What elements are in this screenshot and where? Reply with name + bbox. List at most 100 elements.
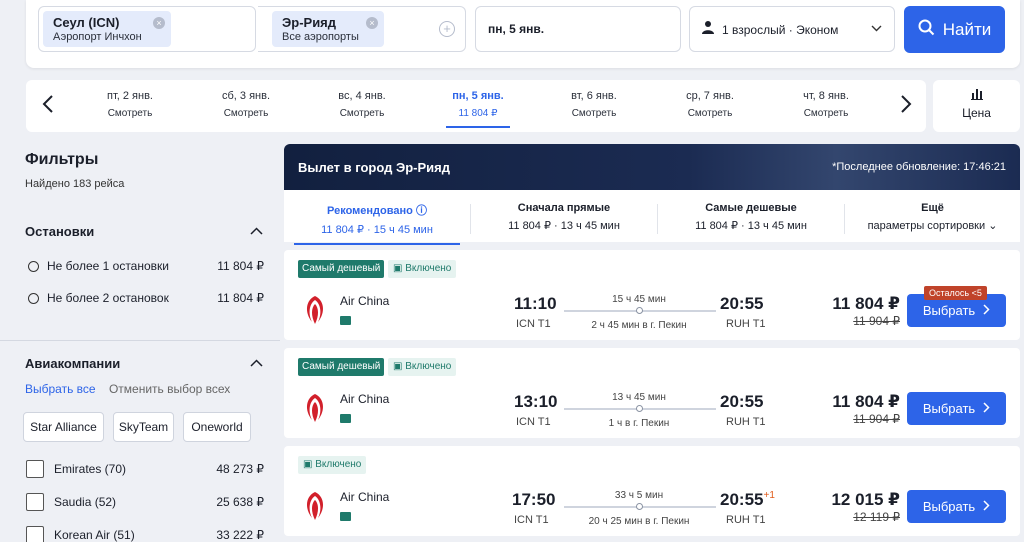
included-label: Включено xyxy=(405,361,452,372)
stop-dot xyxy=(636,405,643,412)
alliance-chip[interactable]: Oneworld xyxy=(183,412,251,442)
checkbox[interactable] xyxy=(26,526,44,542)
baggage-icon: ▣ xyxy=(393,361,403,372)
route-line xyxy=(564,307,716,314)
date-option-sub: Смотреть xyxy=(223,108,269,119)
search-icon xyxy=(918,19,935,41)
clear-destination-icon[interactable]: × xyxy=(366,17,378,29)
departure-airport: ICN T1 xyxy=(514,514,549,526)
results-panel: Вылет в город Эр-Рияд *Последнее обновле… xyxy=(284,144,1020,542)
airline-option-label: Saudia (52) xyxy=(54,495,117,509)
deselect-all-link[interactable]: Отменить выбор всех xyxy=(109,382,230,396)
arrival-airport: RUH T1 xyxy=(726,514,766,526)
date-option-selected[interactable]: пн, 5 янв. 11 804 ₽ xyxy=(424,90,532,128)
airline-option[interactable]: Emirates (70) 48 273 ₽ xyxy=(26,460,264,478)
date-option[interactable]: чт, 8 янв. Смотреть xyxy=(772,90,880,119)
clear-origin-icon[interactable]: × xyxy=(153,17,165,29)
passengers-field[interactable]: 1 взрослый · Эконом xyxy=(689,6,895,52)
origin-airport: Аэропорт Инчхон xyxy=(53,31,142,43)
chevron-left-icon[interactable] xyxy=(42,94,54,120)
chevron-right-icon xyxy=(983,401,990,416)
sort-tabs: Рекомендовано ⓘ 11 804 ₽ · 15 ч 45 мин С… xyxy=(284,190,1020,245)
destination-field[interactable]: Эр-Рияд Все аэропорты × + xyxy=(258,6,466,52)
stops-option-label: Не более 2 остановок xyxy=(47,291,169,305)
price-chart-label: Цена xyxy=(962,106,991,120)
arrival-time: 20:55+1 xyxy=(720,490,775,510)
results-count: Найдено 183 рейса xyxy=(25,178,125,190)
flight-card[interactable]: ▣ Включено Air China 17:50 ICN T1 33 ч 5… xyxy=(284,446,1020,536)
ticket-icon xyxy=(340,512,351,521)
chevron-up-icon[interactable] xyxy=(250,224,263,238)
sort-tab-sub: 11 804 ₽ · 13 ч 45 мин xyxy=(508,220,620,232)
filters-panel: Фильтры Найдено 183 рейса Остановки Не б… xyxy=(0,140,280,542)
radio-button[interactable] xyxy=(28,292,39,304)
alliance-chip[interactable]: SkyTeam xyxy=(113,412,174,442)
date-option-sub: Смотреть xyxy=(107,108,153,119)
sort-tab-more[interactable]: Ещё параметры сортировки ⌄ xyxy=(845,202,1020,232)
stops-section-title: Остановки xyxy=(25,224,95,239)
airline-option[interactable]: Saudia (52) 25 638 ₽ xyxy=(26,493,264,511)
date-option[interactable]: ср, 7 янв. Смотреть xyxy=(656,90,764,119)
select-all-link[interactable]: Выбрать все xyxy=(25,382,96,396)
date-option-day: чт, 8 янв. xyxy=(803,90,849,102)
alliance-chip[interactable]: Star Alliance xyxy=(23,412,104,442)
destination-chip[interactable]: Эр-Рияд Все аэропорты × xyxy=(272,11,384,47)
arrival-time-value: 20:55 xyxy=(720,294,764,313)
date-option-day: пт, 2 янв. xyxy=(107,90,153,102)
origin-field[interactable]: Сеул (ICN) Аэропорт Инчхон × xyxy=(38,6,256,52)
sort-tab-recommended[interactable]: Рекомендовано ⓘ 11 804 ₽ · 15 ч 45 мин xyxy=(284,202,470,245)
date-option-sub: Смотреть xyxy=(339,108,385,119)
date-option[interactable]: сб, 3 янв. Смотреть xyxy=(192,90,300,119)
search-button[interactable]: Найти xyxy=(904,6,1005,53)
cheapest-badge: Самый дешевый xyxy=(298,358,385,376)
departure-airport: ICN T1 xyxy=(516,318,551,330)
select-button-label: Выбрать xyxy=(922,401,976,416)
select-button[interactable]: Выбрать xyxy=(907,392,1006,425)
arrival-airport: RUH T1 xyxy=(726,416,766,428)
departure-time: 13:10 xyxy=(514,392,558,411)
sort-tab-cheapest[interactable]: Самые дешевые 11 804 ₽ · 13 ч 45 мин xyxy=(658,202,844,232)
sort-tab-sub: 11 804 ₽ · 15 ч 45 мин xyxy=(321,224,433,236)
person-icon xyxy=(702,20,714,37)
origin-city: Сеул (ICN) xyxy=(53,15,120,30)
sort-tab-direct-first[interactable]: Сначала прямые 11 804 ₽ · 13 ч 45 мин xyxy=(471,202,657,232)
add-destination-icon[interactable]: + xyxy=(439,21,455,37)
date-option[interactable]: вс, 4 янв. Смотреть xyxy=(308,90,416,119)
select-button-label: Выбрать xyxy=(922,499,976,514)
chevron-right-icon[interactable] xyxy=(900,94,912,120)
date-option[interactable]: пт, 2 янв. Смотреть xyxy=(76,90,184,119)
sort-tab-sub: 11 804 ₽ · 13 ч 45 мин xyxy=(695,220,807,232)
stops-option[interactable]: Не более 2 остановок 11 804 ₽ xyxy=(28,291,264,305)
departure-time: 11:10 xyxy=(514,294,557,313)
airline-name: Air China xyxy=(340,392,390,406)
price-chart-tab[interactable]: Цена xyxy=(933,80,1020,132)
flight-card[interactable]: Самый дешевый ▣ Включено Air China 13:10… xyxy=(284,348,1020,438)
stops-option-label: Не более 1 остановки xyxy=(47,259,169,273)
destination-city: Эр-Рияд xyxy=(282,15,337,30)
divider xyxy=(0,340,280,341)
included-badge: ▣ Включено xyxy=(298,456,367,474)
select-button[interactable]: Выбрать xyxy=(907,490,1006,523)
results-header: Вылет в город Эр-Рияд *Последнее обновле… xyxy=(284,144,1020,190)
date-option-day: вт, 6 янв. xyxy=(571,90,617,102)
baggage-icon: ▣ xyxy=(303,459,313,470)
old-price: 12 119 ₽ xyxy=(853,510,900,524)
seats-left-badge: Осталось <5 xyxy=(924,286,987,300)
stop-dot xyxy=(636,307,643,314)
date-option[interactable]: вт, 6 янв. Смотреть xyxy=(540,90,648,119)
date-field[interactable]: пн, 5 янв. xyxy=(475,6,681,52)
cheapest-badge: Самый дешевый xyxy=(298,260,385,278)
checkbox[interactable] xyxy=(26,493,44,511)
chevron-up-icon[interactable] xyxy=(250,356,263,370)
sort-tab-title: Рекомендовано xyxy=(327,205,413,217)
radio-button[interactable] xyxy=(28,260,39,272)
airline-option[interactable]: Korean Air (51) 33 222 ₽ xyxy=(26,526,264,542)
origin-chip[interactable]: Сеул (ICN) Аэропорт Инчхон × xyxy=(43,11,171,47)
destination-airport: Все аэропорты xyxy=(282,31,359,43)
sort-tab-sub: параметры сортировки xyxy=(867,220,986,232)
next-day-indicator: +1 xyxy=(763,490,775,501)
checkbox[interactable] xyxy=(26,460,44,478)
chevron-down-icon xyxy=(871,21,882,35)
stops-option[interactable]: Не более 1 остановки 11 804 ₽ xyxy=(28,259,264,273)
flight-card[interactable]: Самый дешевый ▣ Включено Air China 11:10… xyxy=(284,250,1020,340)
